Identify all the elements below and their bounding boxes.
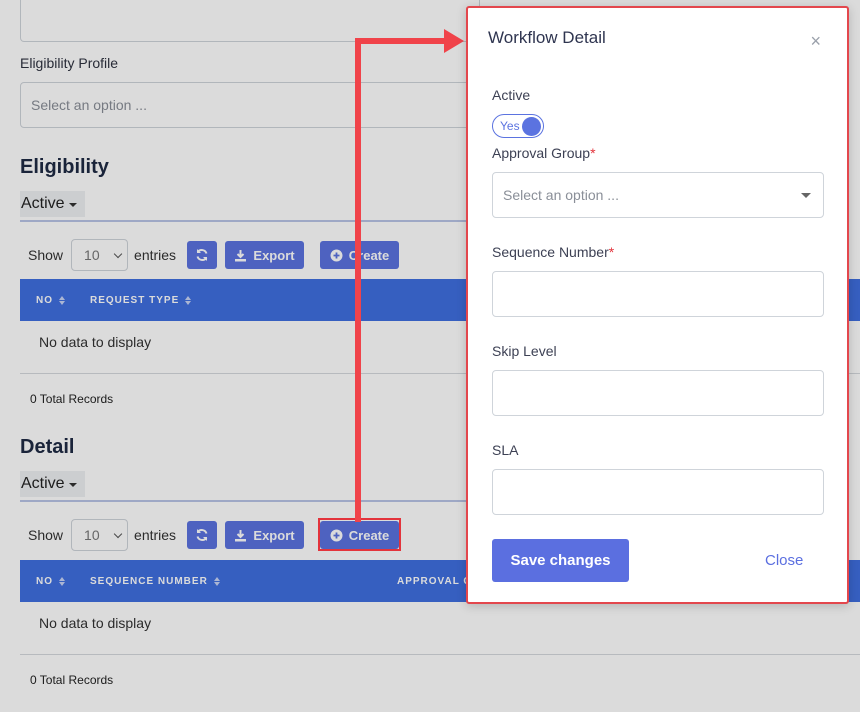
approval-group-select[interactable]: Select an option ... [492,172,824,218]
skip-level-label: Skip Level [492,343,557,359]
caret-down-icon [801,192,811,198]
close-icon[interactable]: × [810,32,821,50]
active-label: Active [492,87,531,103]
workflow-detail-modal: Workflow Detail × Active Yes Approval Gr… [466,6,849,604]
sla-input[interactable] [492,469,824,515]
sla-label: SLA [492,442,519,458]
close-button[interactable]: Close [765,552,803,569]
create-button-highlight [318,518,401,551]
active-toggle-text: Yes [500,119,520,133]
required-mark: * [608,244,615,260]
sequence-number-label-text: Sequence Number [492,244,609,260]
annotation-arrow-horizontal [355,38,447,44]
annotation-arrow-vertical [355,38,361,522]
active-toggle[interactable]: Yes [492,114,544,138]
skip-level-input[interactable] [492,370,824,416]
arrow-right-icon [444,29,464,53]
sequence-number-input[interactable] [492,271,824,317]
approval-group-label: Approval Group* [492,145,596,161]
save-changes-button[interactable]: Save changes [492,539,629,582]
required-mark: * [590,145,596,161]
approval-group-placeholder: Select an option ... [503,187,619,203]
modal-title: Workflow Detail [488,28,606,47]
toggle-knob [522,117,541,136]
sequence-number-label: Sequence Number* [492,244,614,260]
approval-group-label-text: Approval Group [492,145,591,161]
